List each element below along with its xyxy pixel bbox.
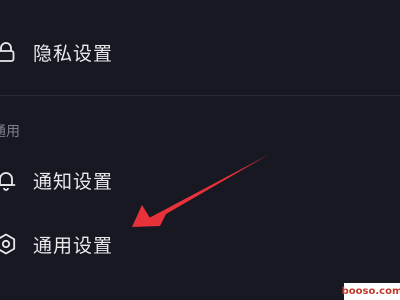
gear-icon	[0, 233, 16, 255]
section-divider	[0, 95, 400, 96]
lock-icon	[0, 42, 15, 62]
notification-settings-label: 通知设置	[33, 170, 114, 193]
notification-settings-item[interactable]: 通知设置	[0, 156, 400, 204]
general-settings-item[interactable]: 通用设置	[0, 220, 400, 268]
general-settings-label: 通用设置	[33, 234, 114, 257]
privacy-settings-item[interactable]: 隐私设置	[0, 28, 400, 76]
general-section-header: 通用	[0, 124, 20, 140]
privacy-settings-label: 隐私设置	[33, 42, 114, 65]
watermark-logo: booso.com	[342, 283, 400, 300]
settings-screen: 隐私设置 通用 通知设置 通用设置 booso.com	[0, 0, 400, 300]
bell-icon	[0, 172, 16, 191]
